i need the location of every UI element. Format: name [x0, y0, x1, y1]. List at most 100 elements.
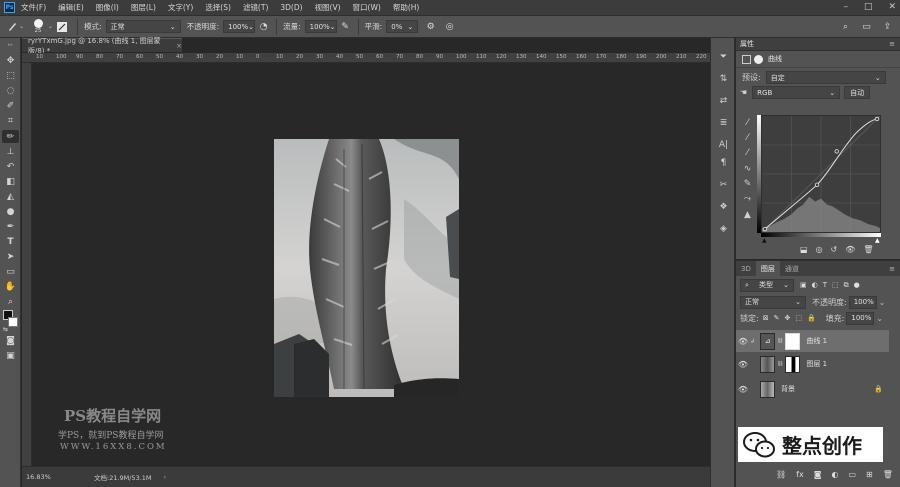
menu-select[interactable]: 选择(S): [205, 2, 231, 13]
preset-select[interactable]: 自定 ⌄: [765, 71, 886, 84]
actions-panel-icon[interactable]: ≣: [716, 116, 731, 130]
type-tool-icon[interactable]: T: [2, 235, 19, 248]
white-slider-handle[interactable]: ▲: [875, 237, 880, 244]
menu-3d[interactable]: 3D(D): [280, 3, 302, 12]
ruler-horizontal[interactable]: 10 100 90 80 70 60 50 40 30 20 10 0 10 20 30 40 50 60 70 80…: [22, 53, 710, 63]
menu-edit[interactable]: 编辑(E): [58, 2, 84, 13]
curve-point-tool-icon[interactable]: ∿: [740, 162, 755, 176]
tab-channels[interactable]: 通道: [780, 261, 804, 276]
pencil-draw-icon[interactable]: ✎: [740, 177, 755, 191]
quick-mask-icon[interactable]: ◙: [2, 334, 19, 347]
layer-style-icon[interactable]: fx: [796, 470, 804, 479]
white-point-eyedropper-icon[interactable]: ⁄: [740, 146, 755, 160]
menu-help[interactable]: 帮助(H): [393, 2, 420, 13]
black-point-eyedropper-icon[interactable]: ⁄: [740, 116, 755, 130]
styles-panel-icon[interactable]: ❖: [716, 200, 731, 214]
zoom-tool-icon[interactable]: ⌕: [2, 295, 19, 308]
adjustments-panel-icon[interactable]: ⇅: [716, 72, 731, 86]
reset-icon[interactable]: ↺: [831, 245, 838, 254]
add-mask-icon[interactable]: ◙: [814, 470, 822, 479]
zoom-level[interactable]: 16.83%: [26, 473, 76, 481]
character-panel-icon[interactable]: A|: [716, 138, 731, 152]
crop-tool-icon[interactable]: ⌗: [2, 114, 19, 127]
layer-name[interactable]: 图层 1: [806, 359, 827, 369]
tab-layers[interactable]: 图层: [755, 261, 780, 276]
auto-button[interactable]: 自动: [844, 86, 871, 99]
chevron-down-icon[interactable]: ⌄: [879, 298, 886, 307]
brush-preset-picker[interactable]: 25: [30, 19, 46, 34]
layer-opacity-input[interactable]: 100%: [848, 295, 877, 309]
layer-row-layer1[interactable]: 👁 ⛓ 图层 1: [736, 353, 889, 375]
minimize-icon[interactable]: –: [843, 2, 848, 12]
tool-presets-icon[interactable]: ✂: [716, 178, 731, 192]
black-slider-handle[interactable]: ▲: [762, 237, 767, 244]
quick-select-tool-icon[interactable]: ✐: [2, 99, 19, 112]
history-brush-tool-icon[interactable]: ↶: [2, 160, 19, 173]
adjustment-filter-icon[interactable]: ◐: [812, 281, 818, 290]
layer-filter-select[interactable]: ⌕ 类型 ⌄: [740, 278, 794, 292]
lock-pixels-icon[interactable]: ✎: [774, 314, 780, 322]
maximize-icon[interactable]: □: [864, 2, 873, 12]
close-icon[interactable]: ✕: [888, 2, 896, 12]
view-previous-icon[interactable]: ◎: [816, 245, 823, 254]
layer-name[interactable]: 曲线 1: [806, 336, 827, 346]
libraries-panel-icon[interactable]: ⇄: [716, 94, 731, 108]
smooth-curve-icon[interactable]: ⤳: [740, 192, 755, 206]
channel-select[interactable]: RGB ⌄: [752, 86, 841, 99]
panel-menu-icon[interactable]: ≡: [889, 40, 895, 48]
pen-tool-icon[interactable]: ✒: [2, 220, 19, 233]
history-panel-icon[interactable]: ⏷: [716, 50, 731, 64]
menu-view[interactable]: 视图(V): [315, 2, 341, 13]
lock-position-icon[interactable]: ✥: [784, 314, 790, 322]
lock-all-icon[interactable]: 🔒: [807, 314, 816, 322]
layer-row-background[interactable]: 👁 背景 🔒: [736, 378, 889, 400]
filter-toggle-icon[interactable]: ●: [854, 281, 860, 290]
mask-icon[interactable]: [754, 54, 763, 64]
lock-icon[interactable]: 🔒: [874, 385, 883, 393]
lasso-tool-icon[interactable]: ◌: [2, 84, 19, 97]
delete-icon[interactable]: 🗑: [883, 470, 893, 479]
pressure-opacity-icon[interactable]: ◔: [257, 20, 270, 33]
path-select-tool-icon[interactable]: ➤: [2, 250, 19, 263]
flow-input[interactable]: 100% ⌄: [304, 20, 337, 33]
curves-graph[interactable]: [761, 115, 881, 233]
brush-tool-icon[interactable]: ✏: [2, 130, 19, 143]
brushes-panel-icon[interactable]: ◈: [716, 222, 731, 236]
layer-mask-thumbnail[interactable]: [785, 332, 801, 350]
paragraph-panel-icon[interactable]: ¶: [716, 156, 731, 170]
tab-3d[interactable]: 3D: [736, 261, 756, 276]
menu-image[interactable]: 图像(I): [96, 2, 119, 13]
close-icon[interactable]: ×: [176, 42, 182, 50]
mode-select[interactable]: 正常 ⌄: [105, 20, 181, 33]
visibility-eye-icon[interactable]: 👁: [736, 337, 750, 346]
chevron-right-icon[interactable]: ›: [164, 473, 167, 481]
clip-to-layer-icon[interactable]: ⬓: [800, 245, 808, 254]
new-adjustment-icon[interactable]: ◐: [831, 470, 838, 479]
smoothing-input[interactable]: 0% ⌄: [386, 20, 419, 33]
shape-filter-icon[interactable]: ⬚: [832, 281, 839, 290]
brush-tool-icon[interactable]: [6, 20, 19, 33]
delete-icon[interactable]: 🗑: [863, 245, 873, 254]
gray-point-eyedropper-icon[interactable]: ⁄: [740, 131, 755, 145]
lock-transparent-icon[interactable]: ⊠: [763, 314, 769, 322]
layer-row-curves[interactable]: 👁 ↲ ⊿ ⛓ 曲线 1: [736, 330, 889, 352]
screen-mode-icon[interactable]: ▣: [2, 349, 19, 362]
search-icon[interactable]: ⌕: [839, 20, 852, 33]
panel-menu-icon[interactable]: ≡: [884, 261, 900, 276]
link-icon[interactable]: ⛓: [777, 361, 783, 367]
visibility-eye-icon[interactable]: 👁: [736, 385, 750, 394]
properties-tab[interactable]: 属性: [740, 39, 754, 49]
pressure-size-icon[interactable]: ◎: [443, 20, 456, 33]
link-layers-icon[interactable]: ⛓: [776, 470, 786, 479]
lock-artboard-icon[interactable]: ⬚: [795, 314, 802, 322]
move-tool-icon[interactable]: ✥: [2, 54, 19, 67]
share-icon[interactable]: ⇪: [881, 20, 894, 33]
hand-tool-icon[interactable]: ✋: [2, 280, 19, 293]
layer-name[interactable]: 背景: [781, 384, 795, 394]
paint-bucket-tool-icon[interactable]: ◭: [2, 190, 19, 203]
target-adjust-icon[interactable]: ☚: [740, 88, 747, 97]
visibility-eye-icon[interactable]: 👁: [736, 360, 750, 369]
chevron-down-icon[interactable]: ⌄: [48, 23, 53, 30]
smart-filter-icon[interactable]: ⧉: [844, 281, 849, 290]
marquee-tool-icon[interactable]: ⬚: [2, 69, 19, 82]
